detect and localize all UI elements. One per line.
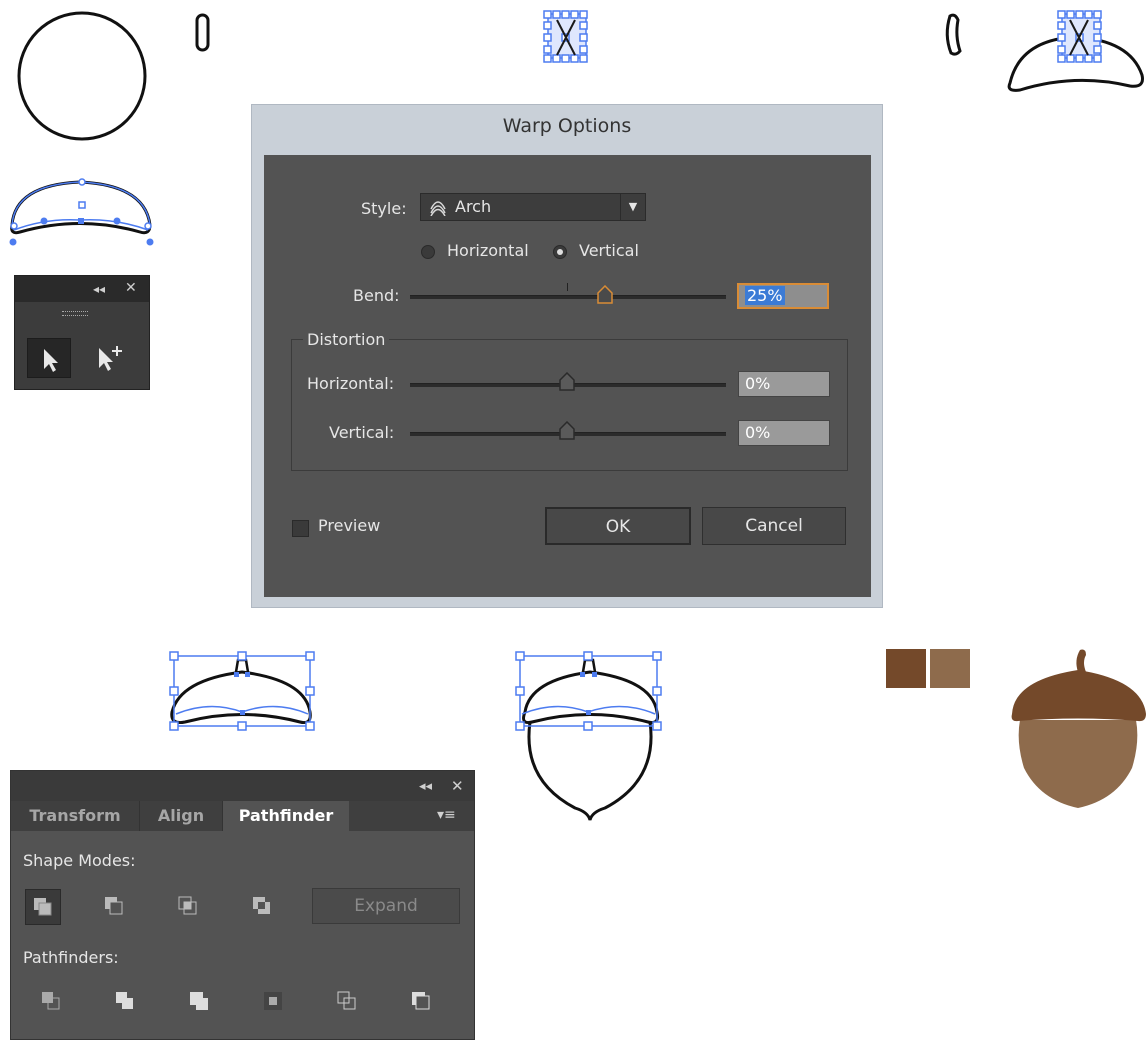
chevron-down-icon: ▼ bbox=[620, 194, 645, 220]
style-value: Arch bbox=[455, 197, 492, 216]
crop-icon bbox=[264, 992, 282, 1010]
distortion-horizontal-label: Horizontal: bbox=[307, 374, 395, 393]
dialog-title: Warp Options bbox=[502, 115, 632, 137]
arch-selection-handles bbox=[1057, 10, 1102, 63]
direct-selection-tools-panel: ◂◂ ✕ bbox=[14, 275, 150, 390]
trim-icon bbox=[116, 992, 133, 1009]
vertical-radio[interactable] bbox=[553, 245, 567, 259]
preview-checkbox[interactable] bbox=[292, 520, 309, 537]
tab-transform-label: Transform bbox=[29, 806, 121, 825]
pathfinders-label: Pathfinders: bbox=[23, 948, 119, 967]
minus-back-icon bbox=[412, 992, 430, 1010]
divide-button[interactable] bbox=[35, 984, 69, 1018]
style-label: Style: bbox=[361, 199, 407, 218]
bend-slider-track[interactable] bbox=[410, 295, 726, 299]
arrow-plus-icon bbox=[99, 346, 122, 371]
outline-icon bbox=[337, 991, 356, 1010]
tab-pathfinder[interactable]: Pathfinder bbox=[223, 801, 349, 831]
crop-button[interactable] bbox=[257, 984, 291, 1018]
arrow-pointer-icon bbox=[44, 349, 58, 372]
pathfinder-panel-header: ◂◂ ✕ bbox=[11, 771, 474, 801]
minus-back-button[interactable] bbox=[405, 984, 439, 1018]
tab-transform[interactable]: Transform bbox=[11, 801, 140, 831]
trim-button[interactable] bbox=[109, 984, 143, 1018]
selected-small-shape bbox=[543, 10, 588, 63]
bend-value-input[interactable]: 25% bbox=[737, 283, 829, 309]
merge-button[interactable] bbox=[183, 984, 217, 1018]
unite-button[interactable] bbox=[25, 889, 61, 925]
acorn-illustration bbox=[1011, 649, 1146, 808]
exclude-icon bbox=[253, 897, 270, 914]
pill-shape bbox=[195, 13, 210, 52]
arch-shape-selected bbox=[9, 178, 154, 246]
swatch-cap-color bbox=[886, 649, 926, 688]
preview-label[interactable]: Preview bbox=[318, 516, 380, 535]
bend-label: Bend: bbox=[353, 286, 400, 305]
vertical-radio-label[interactable]: Vertical bbox=[579, 241, 639, 260]
horizontal-radio[interactable] bbox=[421, 245, 435, 259]
close-panel-icon[interactable]: ✕ bbox=[451, 777, 464, 795]
warp-options-dialog: Warp Options Style: Arch ▼ Horizontal Ve… bbox=[251, 104, 883, 608]
shape-modes-label: Shape Modes: bbox=[23, 851, 136, 870]
distortion-vertical-input[interactable]: 0% bbox=[738, 420, 830, 446]
style-dropdown[interactable]: Arch ▼ bbox=[420, 193, 646, 221]
distortion-group-label: Distortion bbox=[303, 330, 390, 349]
horizontal-radio-label[interactable]: Horizontal bbox=[447, 241, 529, 260]
close-panel-icon[interactable]: ✕ bbox=[125, 280, 137, 296]
group-selection-tool-button[interactable] bbox=[89, 338, 131, 376]
direct-selection-tool-button[interactable] bbox=[27, 338, 71, 378]
bent-pill-shape bbox=[945, 13, 962, 56]
bend-slider-thumb[interactable] bbox=[596, 285, 614, 305]
arch-style-icon bbox=[430, 201, 446, 216]
intersect-icon bbox=[178, 896, 197, 915]
bend-value: 25% bbox=[745, 286, 785, 305]
cancel-button[interactable]: Cancel bbox=[702, 507, 846, 545]
panel-grip[interactable] bbox=[62, 311, 88, 316]
divide-icon bbox=[42, 992, 60, 1010]
distortion-group bbox=[291, 339, 848, 471]
swatch-body-color bbox=[930, 649, 970, 688]
exclude-button[interactable] bbox=[245, 889, 279, 923]
cap-shape-bounding-box bbox=[169, 651, 315, 731]
collapse-panel-icon[interactable]: ◂◂ bbox=[419, 779, 432, 794]
tab-align-label: Align bbox=[157, 806, 205, 825]
tools-panel-header: ◂◂ ✕ bbox=[15, 276, 149, 302]
distortion-vertical-label: Vertical: bbox=[329, 423, 395, 442]
intersect-button[interactable] bbox=[171, 889, 205, 923]
distortion-vertical-slider-thumb[interactable] bbox=[558, 421, 576, 441]
outline-button[interactable] bbox=[331, 984, 365, 1018]
collapse-panel-icon[interactable]: ◂◂ bbox=[93, 282, 105, 296]
distortion-horizontal-input[interactable]: 0% bbox=[738, 371, 830, 397]
minus-front-icon bbox=[105, 897, 123, 915]
panel-menu-icon[interactable]: ▾≡ bbox=[437, 807, 456, 823]
expand-button[interactable]: Expand bbox=[312, 888, 460, 924]
pathfinder-panel: ◂◂ ✕ Transform Align Pathfinder ▾≡ Shape… bbox=[10, 770, 475, 1040]
unite-icon bbox=[34, 898, 52, 916]
dialog-body: Style: Arch ▼ Horizontal Vertical Bend: … bbox=[264, 155, 871, 597]
distortion-horizontal-slider-thumb[interactable] bbox=[558, 372, 576, 392]
circle-shape bbox=[17, 11, 147, 141]
tab-pathfinder-label: Pathfinder bbox=[238, 806, 334, 825]
merge-icon bbox=[190, 992, 208, 1010]
ok-button[interactable]: OK bbox=[545, 507, 691, 545]
tab-align[interactable]: Align bbox=[140, 801, 223, 831]
acorn-outline-shape bbox=[515, 651, 662, 821]
bend-slider-center-tick bbox=[567, 283, 568, 291]
minus-front-button[interactable] bbox=[97, 889, 131, 923]
